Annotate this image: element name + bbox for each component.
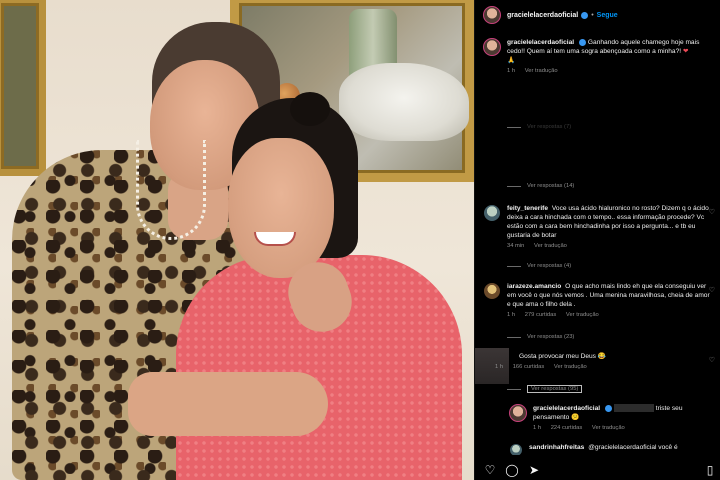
comment-likes[interactable]: 166 curtidas [513,364,545,370]
caption: gracielelacerdaoficial Ganhando aquele c… [483,38,715,76]
comment-likes[interactable]: 279 curtidas [525,312,557,318]
caption-username[interactable]: gracielelacerdaoficial [507,39,574,46]
comment-translate-link[interactable]: Ver tradução [534,243,567,249]
view-replies-label[interactable]: Ver respostas (95) [527,385,583,393]
praying-hands-emoji: 🙏 [507,57,516,65]
blurred-mention [613,404,654,413]
comment-item: feity_tenerife Voce usa ácido hialuronic… [483,204,715,251]
like-heart-icon[interactable]: ♡ [709,286,715,294]
avatar[interactable] [483,204,501,222]
view-replies-link[interactable]: Ver respostas (95) [507,385,583,393]
comments-panel: gracielelacerdaoficial • Segue gracielel… [474,0,720,480]
comment-item: iarazeze.amancio O que acho mais lindo e… [483,282,715,320]
post-header: gracielelacerdaoficial • Segue [475,0,720,30]
comment-icon[interactable]: ◯ [505,463,519,477]
post-photo[interactable] [0,0,474,480]
reply-time: 1 h [533,425,542,432]
view-replies-link-faded[interactable]: Ver respostas (7) [507,124,571,130]
comment-username[interactable]: feity_tenerife [507,205,548,212]
comment-time: 1 h [495,364,504,371]
avatar[interactable] [509,404,527,422]
follow-button[interactable]: Segue [597,12,618,19]
like-heart-icon[interactable]: ♡ [709,356,715,364]
confused-emoji: 😕 [571,414,580,422]
laughing-emoji: 😂 [597,353,607,360]
avatar[interactable] [483,282,501,300]
reply-translate-link[interactable]: Ver tradução [592,425,625,431]
view-replies-link[interactable]: Ver respostas (4) [507,263,571,269]
caption-translate-link[interactable]: Ver tradução [525,68,558,74]
comment-text: Gosta provocar meu Deus [519,353,596,360]
reply-item: gracielelacerdaoficial triste seu pensam… [509,404,715,433]
comment-time: 1 h [507,312,516,319]
verified-icon [581,11,589,19]
instagram-post-view: gracielelacerdaoficial • Segue gracielel… [0,0,720,480]
avatar[interactable] [483,38,501,56]
like-heart-icon[interactable]: ♡ [709,208,715,216]
view-replies-link[interactable]: Ver respostas (14) [507,183,574,189]
comment-time: 34 min [507,243,525,250]
verified-icon [605,404,613,412]
comment-item: Gosta provocar meu Deus 😂 1 h 166 curtid… [495,352,715,372]
view-replies-link[interactable]: Ver respostas (23) [507,334,574,340]
heart-icon[interactable]: ♡ [483,463,497,477]
action-bar: ♡ ◯ ➤ ▯ [483,460,720,480]
comment-translate-link[interactable]: Ver tradução [566,312,599,318]
reply-item: sandrinhahfreitas @gracielelacerdaoficia… [509,443,715,455]
avatar[interactable] [509,443,523,455]
younger-woman-face [228,138,334,278]
comment-translate-link[interactable]: Ver tradução [554,364,587,370]
post-username[interactable]: gracielelacerdaoficial [507,12,578,19]
reply-text: @gracielelacerdaoficial você é [588,444,678,451]
dot-separator: • [591,11,594,19]
reply-likes[interactable]: 224 curtidas [551,425,583,431]
avatar[interactable] [483,6,501,24]
heart-emoji: ❤ [682,48,689,56]
reply-username[interactable]: sandrinhahfreitas [529,444,584,451]
hair-bun [290,92,330,126]
clasped-hands [128,372,328,436]
verified-icon [579,38,587,46]
bookmark-icon[interactable]: ▯ [703,463,717,477]
caption-time: 1 h [507,68,516,75]
pearl-necklace [136,140,206,240]
comment-username[interactable]: iarazeze.amancio [507,283,561,290]
reply-username[interactable]: gracielelacerdaoficial [533,405,600,412]
share-icon[interactable]: ➤ [527,463,541,477]
